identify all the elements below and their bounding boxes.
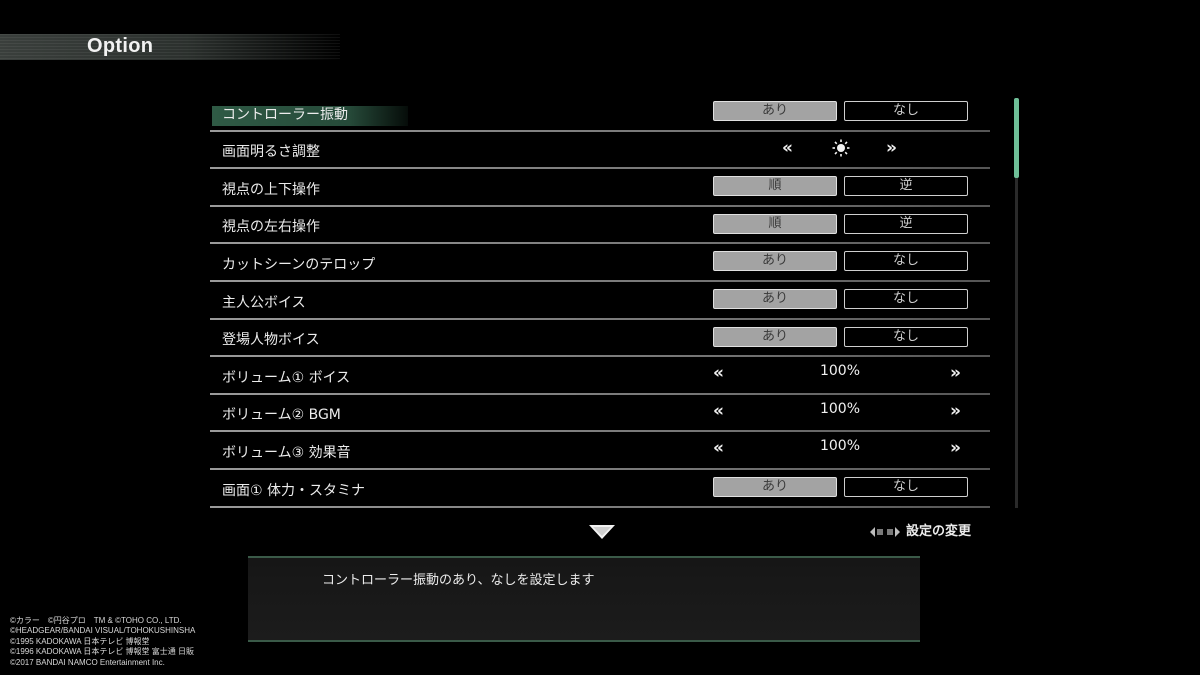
toggle-right-button[interactable]: なし xyxy=(844,288,968,309)
volume-value: 100% xyxy=(819,400,861,417)
option-row[interactable]: カットシーンのテロップ あり なし xyxy=(210,244,990,282)
option-row[interactable]: 視点の左右操作 順逆 xyxy=(210,207,990,245)
option-row[interactable]: 画面明るさ調整 « » xyxy=(210,132,990,170)
copyright-notice: ©カラー ©円谷プロ TM & ©TOHO CO., LTD. ©HEADGEAR… xyxy=(10,616,195,668)
option-label: 画面明るさ調整 xyxy=(222,144,320,161)
decrease-arrow-icon[interactable]: « xyxy=(782,138,793,158)
toggle-right-button[interactable]: なし xyxy=(844,476,968,497)
increase-arrow-icon[interactable]: » xyxy=(886,138,897,158)
option-label: 画面① 体力・スタミナ xyxy=(222,482,366,499)
description-panel: コントローラー振動のあり、なしを設定します xyxy=(248,556,920,642)
option-label: ボリューム③ 効果音 xyxy=(222,444,351,461)
toggle-left-button[interactable]: あり xyxy=(713,326,837,347)
toggle-left-button[interactable]: あり xyxy=(713,288,837,309)
toggle-left-button[interactable]: 順 xyxy=(713,213,837,234)
option-row[interactable]: 画面① 体力・スタミナ あり なし xyxy=(210,470,990,508)
option-row[interactable]: ボリューム② BGM « 100% » xyxy=(210,395,990,433)
option-label: 視点の左右操作 xyxy=(222,219,320,236)
option-label: 視点の上下操作 xyxy=(222,181,320,198)
option-label: コントローラー振動 xyxy=(222,106,348,123)
change-setting-label: 設定の変更 xyxy=(906,524,972,539)
decrease-arrow-icon[interactable]: « xyxy=(713,438,724,458)
toggle-left-button[interactable]: 順 xyxy=(713,176,837,197)
volume-value: 100% xyxy=(819,363,861,380)
copyright-line: ©1995 KADOKAWA 日本テレビ 博報堂 xyxy=(10,636,150,646)
scroll-down-arrow-icon[interactable] xyxy=(588,524,616,540)
change-setting-hint: 設定の変更 xyxy=(868,520,971,539)
toggle-right-button[interactable]: なし xyxy=(844,101,968,121)
option-row[interactable]: ボリューム① ボイス « 100% » xyxy=(210,357,990,395)
option-label: ボリューム① ボイス xyxy=(222,369,351,386)
copyright-line: ©カラー ©円谷プロ TM & ©TOHO CO., LTD. xyxy=(10,616,182,625)
copyright-line: ©2017 BANDAI NAMCO Entertainment Inc. xyxy=(10,657,165,667)
toggle-right-button[interactable]: なし xyxy=(844,326,968,347)
toggle-left-button[interactable]: あり xyxy=(713,251,837,272)
toggle-left-button[interactable]: あり xyxy=(713,101,837,121)
increase-arrow-icon[interactable]: » xyxy=(950,438,961,458)
option-row[interactable]: 登場人物ボイス あり なし xyxy=(210,320,990,358)
option-label: 主人公ボイス xyxy=(222,294,306,311)
decrease-arrow-icon[interactable]: « xyxy=(713,401,724,421)
option-label: ボリューム② BGM xyxy=(222,407,341,424)
option-row[interactable]: コントローラー振動 あり なし xyxy=(210,94,990,132)
options-list: コントローラー振動 あり なし 画面明るさ調整 «» 視点の上下操作順逆視点の左右操作順逆… xyxy=(210,94,990,508)
option-row[interactable]: ボリューム③ 効果音 « 100% » xyxy=(210,432,990,470)
toggle-right-button[interactable]: 逆 xyxy=(844,176,968,197)
scrollbar-thumb[interactable] xyxy=(1014,98,1019,178)
option-label: カットシーンのテロップ xyxy=(222,256,376,273)
dpad-left-right-icon xyxy=(870,526,900,537)
option-row[interactable]: 視点の上下操作 順逆 xyxy=(210,169,990,207)
copyright-line: ©HEADGEAR/BANDAI VISUAL/TOHOKUSHINSHA xyxy=(10,626,196,636)
increase-arrow-icon[interactable]: » xyxy=(950,401,961,421)
option-label: 登場人物ボイス xyxy=(222,332,320,349)
toggle-left-button[interactable]: あり xyxy=(713,476,837,497)
header-bar xyxy=(0,34,340,60)
sun-icon xyxy=(832,139,850,157)
volume-value: 100% xyxy=(819,438,861,455)
page-title: Option xyxy=(87,35,154,57)
toggle-right-button[interactable]: なし xyxy=(844,251,968,272)
increase-arrow-icon[interactable]: » xyxy=(950,363,961,383)
option-row[interactable]: 主人公ボイス あり なし xyxy=(210,282,990,320)
toggle-right-button[interactable]: 逆 xyxy=(844,213,968,234)
description-text: コントローラー振動のあり、なしを設定します xyxy=(322,573,595,588)
copyright-line: ©1996 KADOKAWA 日本テレビ 博報堂 富士通 日販 xyxy=(10,647,194,657)
decrease-arrow-icon[interactable]: « xyxy=(713,363,724,383)
